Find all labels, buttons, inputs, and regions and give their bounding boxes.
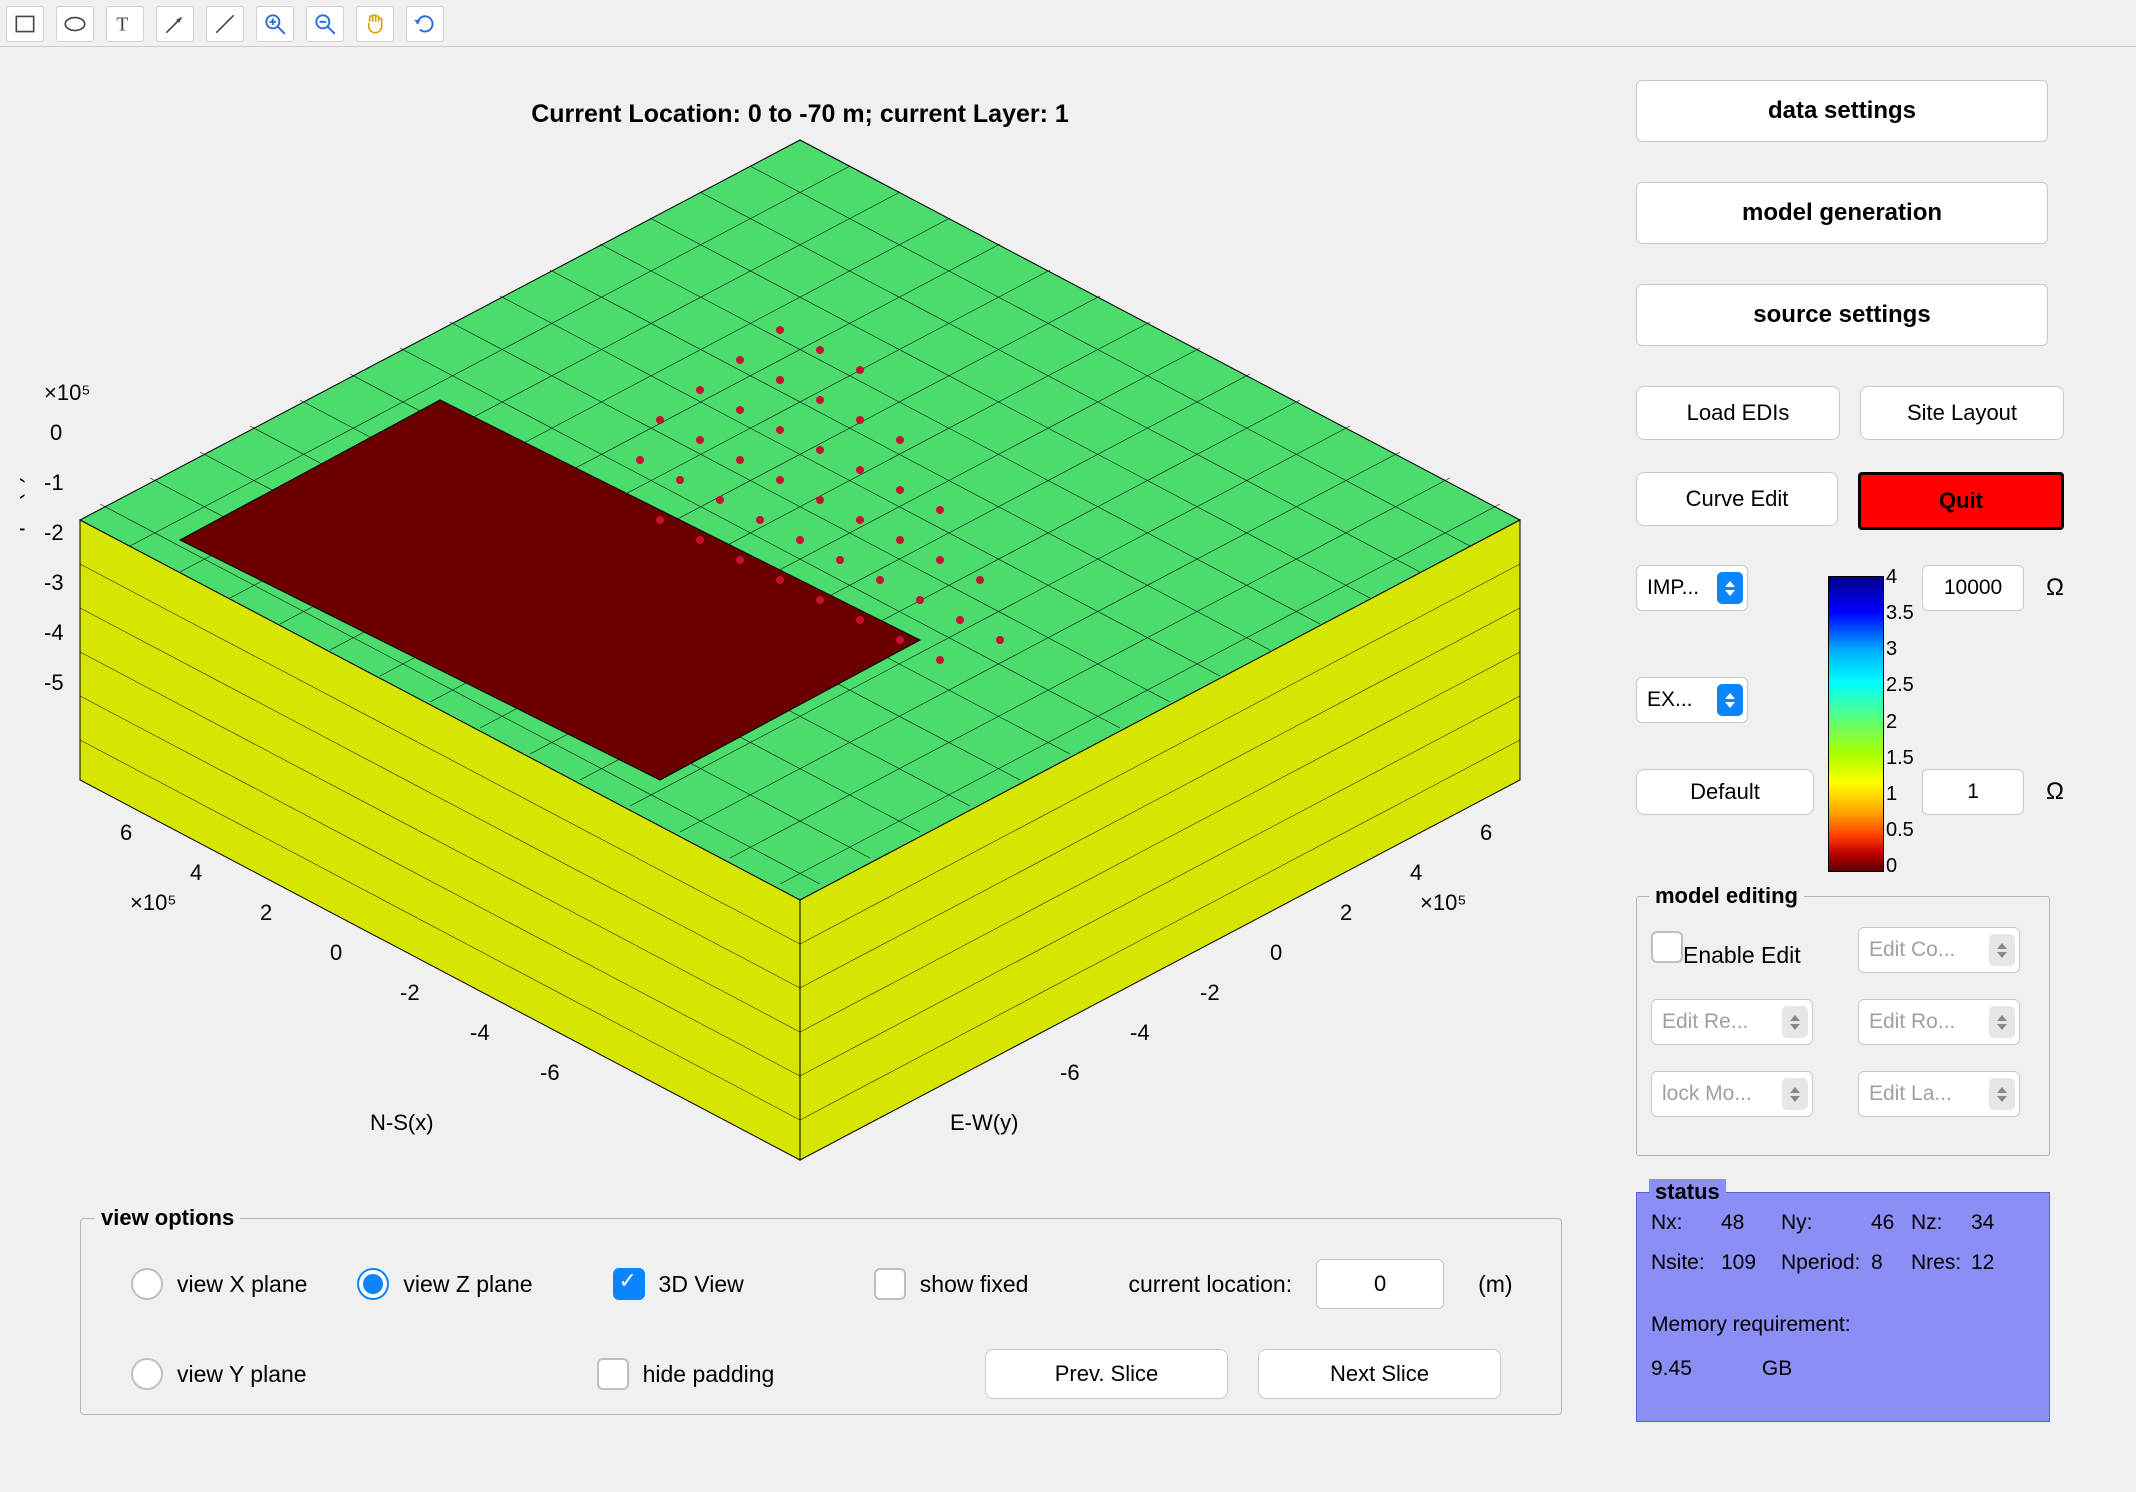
edit-re-popup[interactable]: Edit Re... [1651, 999, 1813, 1045]
svg-text:E-W(y): E-W(y) [950, 1110, 1018, 1135]
ellipse-icon[interactable] [56, 6, 94, 42]
quit-button[interactable]: Quit [1858, 472, 2064, 530]
current-location-unit: (m) [1478, 1271, 1512, 1298]
rect-icon[interactable] [6, 6, 44, 42]
svg-text:0: 0 [50, 420, 62, 445]
current-location-label: current location: [1128, 1271, 1292, 1298]
chevron-updown-icon[interactable] [1717, 684, 1743, 716]
model-editing-panel: model editing Enable Edit Edit Co... Edi… [1636, 896, 2050, 1156]
status-panel: status Nx: 48 Ny: 46 Nz: 34 Nsite: 109 N… [1636, 1192, 2050, 1422]
chevron-updown-icon[interactable] [1989, 1078, 2015, 1110]
edit-la-popup[interactable]: Edit La... [1858, 1071, 2020, 1117]
lock-mo-popup[interactable]: lock Mo... [1651, 1071, 1813, 1117]
show-fixed-check[interactable]: show fixed [874, 1268, 1029, 1300]
memory-unit: GB [1762, 1357, 1792, 1381]
svg-text:-4: -4 [1130, 1020, 1150, 1045]
svg-text:0: 0 [330, 940, 342, 965]
svg-text:N-S(x): N-S(x) [370, 1110, 434, 1135]
nsite-label: Nsite: [1651, 1251, 1721, 1275]
nperiod-label: Nperiod: [1781, 1251, 1871, 1275]
svg-text:0: 0 [1270, 940, 1282, 965]
nz-value: 34 [1971, 1211, 2011, 1235]
toolbar-separator [0, 46, 2136, 47]
svg-text:×10⁵: ×10⁵ [1420, 890, 1466, 915]
svg-text:-3: -3 [44, 570, 64, 595]
view-z-plane-radio[interactable]: view Z plane [357, 1268, 532, 1300]
nx-label: Nx: [1651, 1211, 1721, 1235]
chevron-updown-icon[interactable] [1782, 1078, 1808, 1110]
nres-value: 12 [1971, 1251, 2011, 1275]
svg-text:-2: -2 [44, 520, 64, 545]
chevron-updown-icon[interactable] [1717, 572, 1743, 604]
next-slice-button[interactable]: Next Slice [1258, 1349, 1501, 1399]
plot-3d[interactable]: 0 -1 -2 -3 -4 -5 ×10⁵ Depth(z) 6 4 2 0 -… [20, 120, 1580, 1170]
svg-text:-4: -4 [44, 620, 64, 645]
nsite-value: 109 [1721, 1251, 1781, 1275]
svg-text:-6: -6 [540, 1060, 560, 1085]
svg-text:T: T [116, 15, 128, 36]
3d-view-check[interactable]: 3D View [613, 1268, 744, 1300]
svg-text:4: 4 [1410, 860, 1422, 885]
data-settings-button[interactable]: data settings [1636, 80, 2048, 142]
edit-co-popup[interactable]: Edit Co... [1858, 927, 2020, 973]
nperiod-value: 8 [1871, 1251, 1911, 1275]
arrow-icon[interactable] [156, 6, 194, 42]
nres-label: Nres: [1911, 1251, 1971, 1275]
svg-text:-5: -5 [44, 670, 64, 695]
svg-text:2: 2 [260, 900, 272, 925]
memory-label: Memory requirement: [1651, 1313, 1851, 1337]
view-x-plane-radio[interactable]: view X plane [131, 1268, 307, 1300]
hide-padding-check[interactable]: hide padding [597, 1358, 775, 1390]
nx-value: 48 [1721, 1211, 1781, 1235]
ny-label: Ny: [1781, 1211, 1871, 1235]
colorbar: 4 3.5 3 2.5 2 1.5 1 0.5 0 [1828, 576, 1968, 876]
annotation-toolbar: T [6, 4, 444, 44]
prev-slice-button[interactable]: Prev. Slice [985, 1349, 1228, 1399]
zoom-in-icon[interactable] [256, 6, 294, 42]
nz-label: Nz: [1911, 1211, 1971, 1235]
model-editing-legend: model editing [1649, 883, 1804, 909]
line-icon[interactable] [206, 6, 244, 42]
zoom-out-icon[interactable] [306, 6, 344, 42]
svg-text:-4: -4 [470, 1020, 490, 1045]
export-popup[interactable]: EX... [1636, 677, 1748, 723]
load-edis-button[interactable]: Load EDIs [1636, 386, 1840, 440]
status-legend: status [1649, 1179, 1726, 1205]
ohm-unit: Ω [2046, 778, 2064, 806]
svg-text:×10⁵: ×10⁵ [130, 890, 176, 915]
svg-text:-2: -2 [1200, 980, 1220, 1005]
svg-text:4: 4 [190, 860, 202, 885]
svg-text:6: 6 [1480, 820, 1492, 845]
svg-text:Depth(z): Depth(z) [20, 476, 25, 560]
text-icon[interactable]: T [106, 6, 144, 42]
import-popup[interactable]: IMP... [1636, 565, 1748, 611]
chevron-updown-icon[interactable] [1989, 1006, 2015, 1038]
source-settings-button[interactable]: source settings [1636, 284, 2048, 346]
view-options-legend: view options [95, 1205, 240, 1231]
ohm-unit: Ω [2046, 574, 2064, 602]
svg-text:×10⁵: ×10⁵ [44, 380, 90, 405]
view-y-plane-radio[interactable]: view Y plane [131, 1358, 307, 1390]
chevron-updown-icon[interactable] [1989, 934, 2015, 966]
view-options-panel: view options view X plane view Z plane 3… [80, 1218, 1562, 1415]
chevron-updown-icon[interactable] [1782, 1006, 1808, 1038]
svg-text:-2: -2 [400, 980, 420, 1005]
restore-icon[interactable] [406, 6, 444, 42]
site-layout-button[interactable]: Site Layout [1860, 386, 2064, 440]
memory-value: 9.45 [1651, 1357, 1692, 1381]
edit-ro-popup[interactable]: Edit Ro... [1858, 999, 2020, 1045]
enable-edit-check[interactable]: Enable Edit [1651, 931, 1828, 969]
svg-text:2: 2 [1340, 900, 1352, 925]
pan-icon[interactable] [356, 6, 394, 42]
svg-text:-1: -1 [44, 470, 64, 495]
svg-text:6: 6 [120, 820, 132, 845]
curve-edit-button[interactable]: Curve Edit [1636, 472, 1838, 526]
default-button[interactable]: Default [1636, 769, 1814, 815]
svg-text:-6: -6 [1060, 1060, 1080, 1085]
ny-value: 46 [1871, 1211, 1911, 1235]
current-location-input[interactable] [1316, 1259, 1444, 1309]
model-generation-button[interactable]: model generation [1636, 182, 2048, 244]
